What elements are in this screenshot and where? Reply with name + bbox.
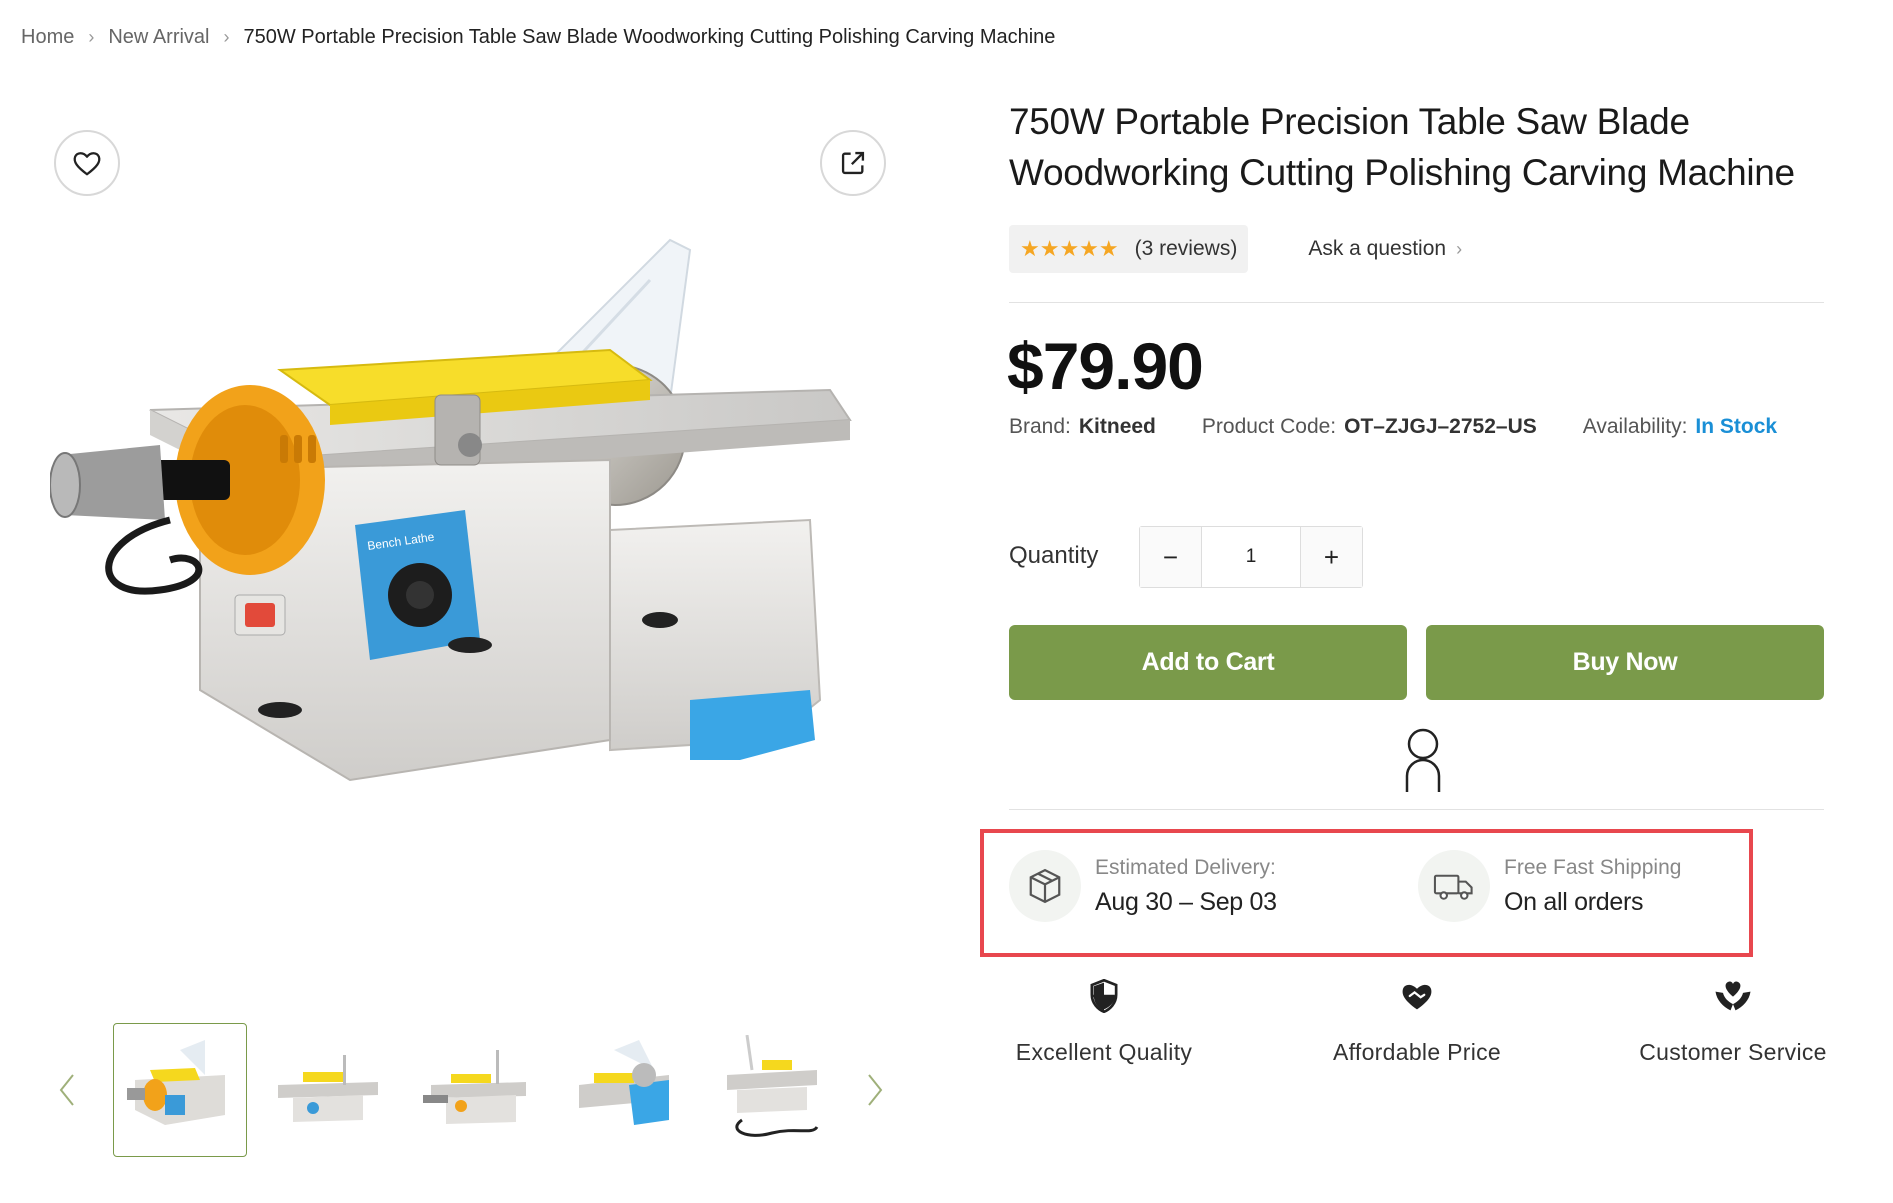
brand-label: Brand: xyxy=(1009,415,1071,438)
product-price: $79.90 xyxy=(1007,329,1204,403)
buy-now-button[interactable]: Buy Now xyxy=(1426,625,1824,700)
box-icon xyxy=(1009,850,1081,922)
thumbnail-prev-arrow[interactable] xyxy=(52,1070,82,1110)
availability-label: Availability: xyxy=(1582,415,1688,438)
star-rating: ★★★★★ xyxy=(1020,236,1119,261)
product-code-label: Product Code: xyxy=(1201,415,1337,438)
share-button[interactable] xyxy=(820,130,886,196)
feature-label: Affordable Price xyxy=(1332,1039,1502,1065)
feature-label: Customer Service xyxy=(1639,1039,1827,1065)
estimated-delivery: Estimated Delivery: Aug 30 – Sep 03 xyxy=(1009,850,1277,922)
user-icon[interactable] xyxy=(1403,728,1443,792)
quantity-stepper: − 1 + xyxy=(1139,526,1363,588)
free-shipping: Free Fast Shipping On all orders xyxy=(1418,850,1681,922)
breadcrumb-separator: › xyxy=(223,27,230,47)
thumbnail-image xyxy=(727,1035,819,1137)
review-count: (3 reviews) xyxy=(1134,237,1238,260)
feature-label: Excellent Quality xyxy=(1015,1039,1193,1065)
ask-question-link[interactable]: Ask a question › xyxy=(1308,237,1462,261)
hands-heart-icon xyxy=(1713,975,1753,1017)
thumbnail-next-arrow[interactable] xyxy=(860,1070,890,1110)
rating-row: ★★★★★ (3 reviews) Ask a question › xyxy=(1009,225,1462,273)
estimated-delivery-text: Estimated Delivery: Aug 30 – Sep 03 xyxy=(1095,856,1277,917)
truck-icon xyxy=(1418,850,1490,922)
feature-customer-service: Customer Service xyxy=(1603,975,1863,1066)
availability-value: In Stock xyxy=(1695,415,1778,438)
thumbnail-image xyxy=(278,1055,378,1122)
ask-question-label: Ask a question xyxy=(1308,237,1447,260)
estimated-delivery-label: Estimated Delivery: xyxy=(1095,855,1276,879)
thumbnail-strip xyxy=(113,1023,839,1157)
quantity-label: Quantity xyxy=(1009,542,1099,569)
handshake-heart-icon xyxy=(1400,975,1434,1017)
free-shipping-text: Free Fast Shipping On all orders xyxy=(1504,856,1681,917)
divider xyxy=(1009,809,1824,810)
table-saw-illustration: Bench Lathe xyxy=(49,238,852,782)
add-to-cart-button[interactable]: Add to Cart xyxy=(1009,625,1407,700)
feature-excellent-quality: Excellent Quality xyxy=(974,975,1234,1066)
main-product-image[interactable]: Bench Lathe xyxy=(49,220,890,880)
product-info: 750W Portable Precision Table Saw Blade … xyxy=(1009,96,1824,198)
product-code-value: OT–ZJGJ–2752–US xyxy=(1344,415,1537,438)
quantity-decrease-button[interactable]: − xyxy=(1140,527,1201,587)
brand-value: Kitneed xyxy=(1078,415,1156,438)
thumbnail-image xyxy=(423,1050,526,1124)
thumbnail-2[interactable] xyxy=(261,1023,395,1157)
breadcrumb-current: 750W Portable Precision Table Saw Blade … xyxy=(243,26,1056,48)
breadcrumb-new-arrival[interactable]: New Arrival xyxy=(108,26,209,49)
heart-icon xyxy=(73,152,101,176)
chevron-left-icon xyxy=(59,1074,74,1106)
quantity-input[interactable]: 1 xyxy=(1201,527,1301,587)
thumbnail-1[interactable] xyxy=(113,1023,247,1157)
feature-affordable-price: Affordable Price xyxy=(1287,975,1547,1066)
wishlist-button[interactable] xyxy=(54,130,120,196)
breadcrumb-separator: › xyxy=(88,27,95,47)
thumbnail-5[interactable] xyxy=(705,1023,839,1157)
chevron-right-icon xyxy=(868,1074,883,1106)
thumbnail-image xyxy=(127,1040,225,1125)
product-meta: Brand: Kitneed Product Code: OT–ZJGJ–2752–… xyxy=(1009,415,1823,439)
breadcrumb: Home › New Arrival › 750W Portable Preci… xyxy=(21,26,1055,49)
shield-icon xyxy=(1089,975,1119,1017)
quantity-increase-button[interactable]: + xyxy=(1301,527,1362,587)
chevron-right-icon: › xyxy=(1456,238,1463,259)
external-share-icon xyxy=(841,151,865,175)
thumbnail-image xyxy=(579,1040,669,1125)
availability-info: Availability: In Stock xyxy=(1583,415,1777,439)
breadcrumb-home[interactable]: Home xyxy=(21,26,74,49)
divider xyxy=(1009,302,1824,303)
product-title: 750W Portable Precision Table Saw Blade … xyxy=(1009,101,1795,193)
rating-summary[interactable]: ★★★★★ (3 reviews) xyxy=(1009,225,1249,273)
free-shipping-label: Free Fast Shipping xyxy=(1504,855,1682,879)
free-shipping-value: On all orders xyxy=(1504,887,1644,916)
brand-info: Brand: Kitneed xyxy=(1009,415,1156,439)
product-code-info: Product Code: OT–ZJGJ–2752–US xyxy=(1202,415,1537,439)
thumbnail-3[interactable] xyxy=(409,1023,543,1157)
estimated-delivery-value: Aug 30 – Sep 03 xyxy=(1095,887,1277,916)
thumbnail-4[interactable] xyxy=(557,1023,691,1157)
